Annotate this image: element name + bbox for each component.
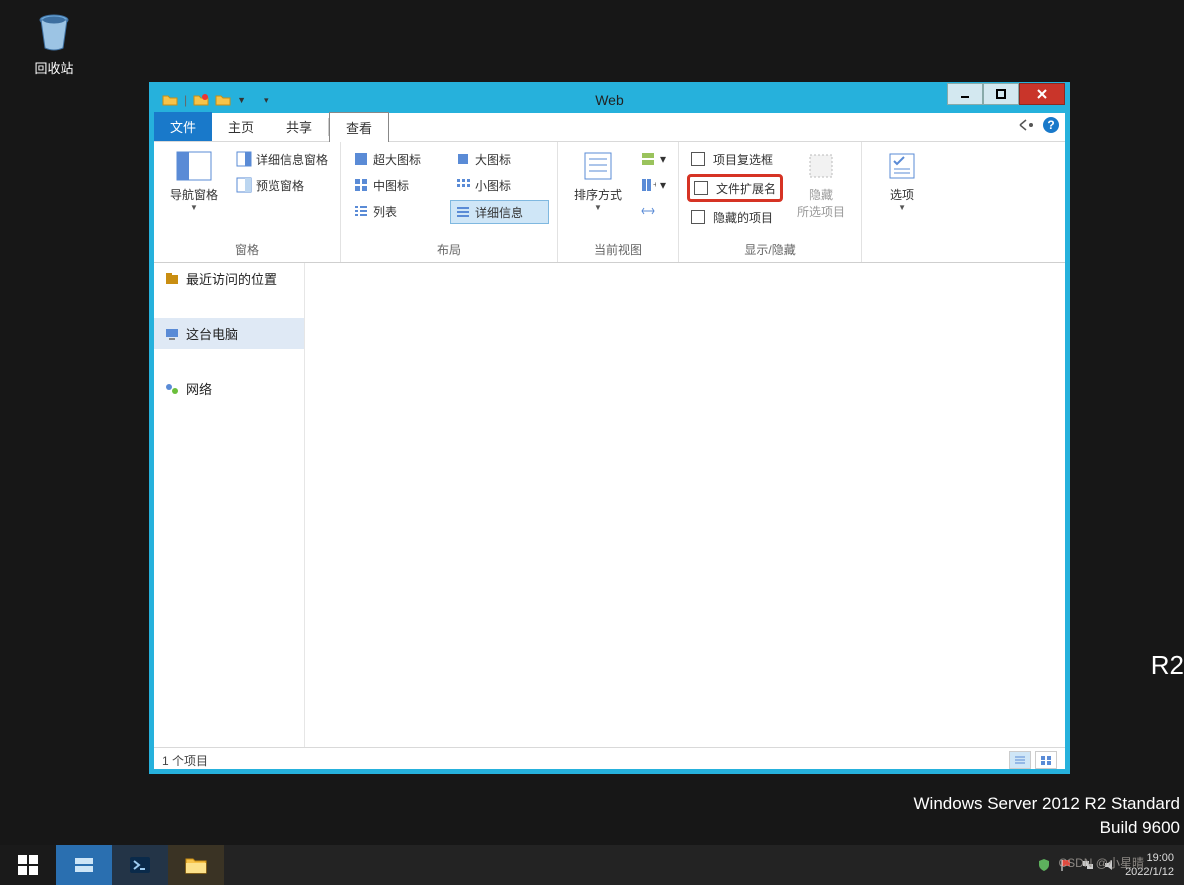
columns-icon: + bbox=[640, 177, 656, 193]
nav-network[interactable]: 网络 bbox=[154, 373, 304, 404]
layout-small[interactable]: 小图标 bbox=[451, 174, 549, 196]
desktop-os-line2: Build 9600 bbox=[1100, 818, 1180, 838]
taskbar-file-explorer[interactable] bbox=[168, 845, 224, 885]
watermark: CSDN @小星晴 bbox=[1058, 854, 1144, 871]
hide-icon bbox=[806, 151, 836, 181]
content-area: 最近访问的位置 这台电脑 网络 bbox=[154, 263, 1065, 747]
ribbon-tabs: 文件 主页 共享 查看 ? bbox=[154, 113, 1065, 142]
recycle-bin[interactable]: 回收站 bbox=[20, 10, 88, 77]
recent-places-icon bbox=[164, 271, 180, 287]
item-checkboxes-toggle[interactable]: 项目复选框 bbox=[687, 148, 783, 170]
detail-pane-icon bbox=[236, 151, 252, 167]
tab-share[interactable]: 共享 bbox=[270, 112, 328, 141]
desktop-r2-text: R2 bbox=[1151, 650, 1184, 681]
md-icons-icon bbox=[353, 177, 369, 193]
tab-home[interactable]: 主页 bbox=[212, 112, 270, 141]
checkbox-icon bbox=[694, 181, 708, 195]
hide-selected-button: 隐藏 所选项目 bbox=[789, 146, 853, 220]
options-icon bbox=[887, 151, 917, 181]
svg-text:+: + bbox=[653, 180, 656, 189]
preview-pane-icon bbox=[236, 177, 252, 193]
navigation-pane[interactable]: 最近访问的位置 这台电脑 网络 bbox=[154, 263, 305, 747]
checkbox-icon bbox=[691, 210, 705, 224]
nav-pane-icon bbox=[176, 151, 212, 181]
start-button[interactable] bbox=[0, 845, 56, 885]
group-label-show-hide: 显示/隐藏 bbox=[687, 241, 853, 262]
sort-icon bbox=[583, 151, 613, 181]
recycle-bin-icon bbox=[32, 10, 76, 54]
detail-pane-button[interactable]: 详细信息窗格 bbox=[232, 148, 332, 170]
group-by-button[interactable]: ▾ bbox=[636, 148, 670, 170]
taskbar-server-manager[interactable] bbox=[56, 845, 112, 885]
details-view-toggle[interactable] bbox=[1009, 751, 1031, 769]
taskbar-powershell[interactable] bbox=[112, 845, 168, 885]
layout-medium[interactable]: 中图标 bbox=[349, 174, 447, 196]
file-list[interactable] bbox=[305, 263, 1065, 747]
group-icon bbox=[640, 151, 656, 167]
ribbon-group-show-hide: 项目复选框 文件扩展名 隐藏的项目 隐藏 所选项目 显示/隐藏 bbox=[679, 142, 862, 262]
computer-icon bbox=[164, 326, 180, 342]
layout-list[interactable]: 列表 bbox=[349, 200, 446, 222]
minimize-ribbon-icon[interactable] bbox=[1019, 119, 1035, 131]
add-columns-button[interactable]: +▾ bbox=[636, 174, 670, 196]
layout-large[interactable]: 大图标 bbox=[451, 148, 549, 170]
desktop-os-line1: Windows Server 2012 R2 Standard bbox=[914, 794, 1180, 814]
network-icon bbox=[164, 381, 180, 397]
recycle-bin-label: 回收站 bbox=[20, 58, 88, 77]
desktop[interactable]: 回收站 R2 Windows Server 2012 R2 Standard B… bbox=[0, 0, 1184, 845]
sm-icons-icon bbox=[455, 177, 471, 193]
xl-icons-icon bbox=[353, 151, 369, 167]
ribbon-group-current-view: 排序方式 ▼ ▾ +▾ 当前视图 bbox=[558, 142, 679, 262]
help-icon[interactable]: ? bbox=[1043, 117, 1059, 133]
size-columns-button[interactable] bbox=[636, 200, 670, 222]
tab-file[interactable]: 文件 bbox=[154, 112, 212, 141]
titlebar[interactable]: | ▼ ▾ Web bbox=[154, 87, 1065, 113]
layout-extra-large[interactable]: 超大图标 bbox=[349, 148, 447, 170]
group-label-panes: 窗格 bbox=[162, 241, 332, 262]
chevron-down-icon: ▼ bbox=[190, 203, 198, 212]
lg-icons-icon bbox=[455, 151, 471, 167]
taskbar[interactable]: 19:00 2022/1/12 CSDN @小星晴 bbox=[0, 845, 1184, 885]
windows-logo-icon bbox=[16, 853, 40, 877]
ribbon-group-layout: 超大图标 大图标 中图标 小图标 列表 详细信息 布局 bbox=[341, 142, 558, 262]
sort-by-button[interactable]: 排序方式 ▼ bbox=[566, 146, 630, 212]
tab-view[interactable]: 查看 bbox=[329, 112, 389, 142]
powershell-icon bbox=[127, 852, 153, 878]
tray-security-icon[interactable] bbox=[1037, 858, 1051, 872]
list-icon bbox=[353, 203, 369, 219]
file-explorer-icon bbox=[183, 852, 209, 878]
ribbon-group-options: 选项 ▼ bbox=[862, 142, 942, 262]
ribbon: 导航窗格 ▼ 详细信息窗格 预览窗格 窗格 bbox=[154, 142, 1065, 263]
window-title: Web bbox=[154, 92, 1065, 108]
checkbox-icon bbox=[691, 152, 705, 166]
file-extensions-toggle[interactable]: 文件扩展名 bbox=[687, 174, 783, 202]
navigation-pane-button[interactable]: 导航窗格 ▼ bbox=[162, 146, 226, 212]
explorer-window: | ▼ ▾ Web 文件 主页 共享 查看 ? bbox=[149, 82, 1070, 774]
chevron-down-icon: ▼ bbox=[594, 203, 602, 212]
options-button[interactable]: 选项 ▼ bbox=[870, 146, 934, 212]
group-label-current-view: 当前视图 bbox=[566, 241, 670, 262]
nav-recent-places[interactable]: 最近访问的位置 bbox=[154, 263, 304, 294]
details-view-icon bbox=[1013, 754, 1027, 766]
icons-view-toggle[interactable] bbox=[1035, 751, 1057, 769]
status-bar: 1 个项目 bbox=[154, 747, 1065, 772]
autosize-icon bbox=[640, 203, 656, 219]
status-item-count: 1 个项目 bbox=[162, 752, 208, 769]
details-icon bbox=[455, 204, 471, 220]
chevron-down-icon: ▼ bbox=[898, 203, 906, 212]
layout-details[interactable]: 详细信息 bbox=[450, 200, 549, 224]
preview-pane-button[interactable]: 预览窗格 bbox=[232, 174, 332, 196]
server-manager-icon bbox=[71, 852, 97, 878]
nav-this-pc[interactable]: 这台电脑 bbox=[154, 318, 304, 349]
group-label-layout: 布局 bbox=[349, 241, 549, 262]
icons-view-icon bbox=[1039, 754, 1053, 766]
ribbon-group-panes: 导航窗格 ▼ 详细信息窗格 预览窗格 窗格 bbox=[154, 142, 341, 262]
hidden-items-toggle[interactable]: 隐藏的项目 bbox=[687, 206, 783, 228]
